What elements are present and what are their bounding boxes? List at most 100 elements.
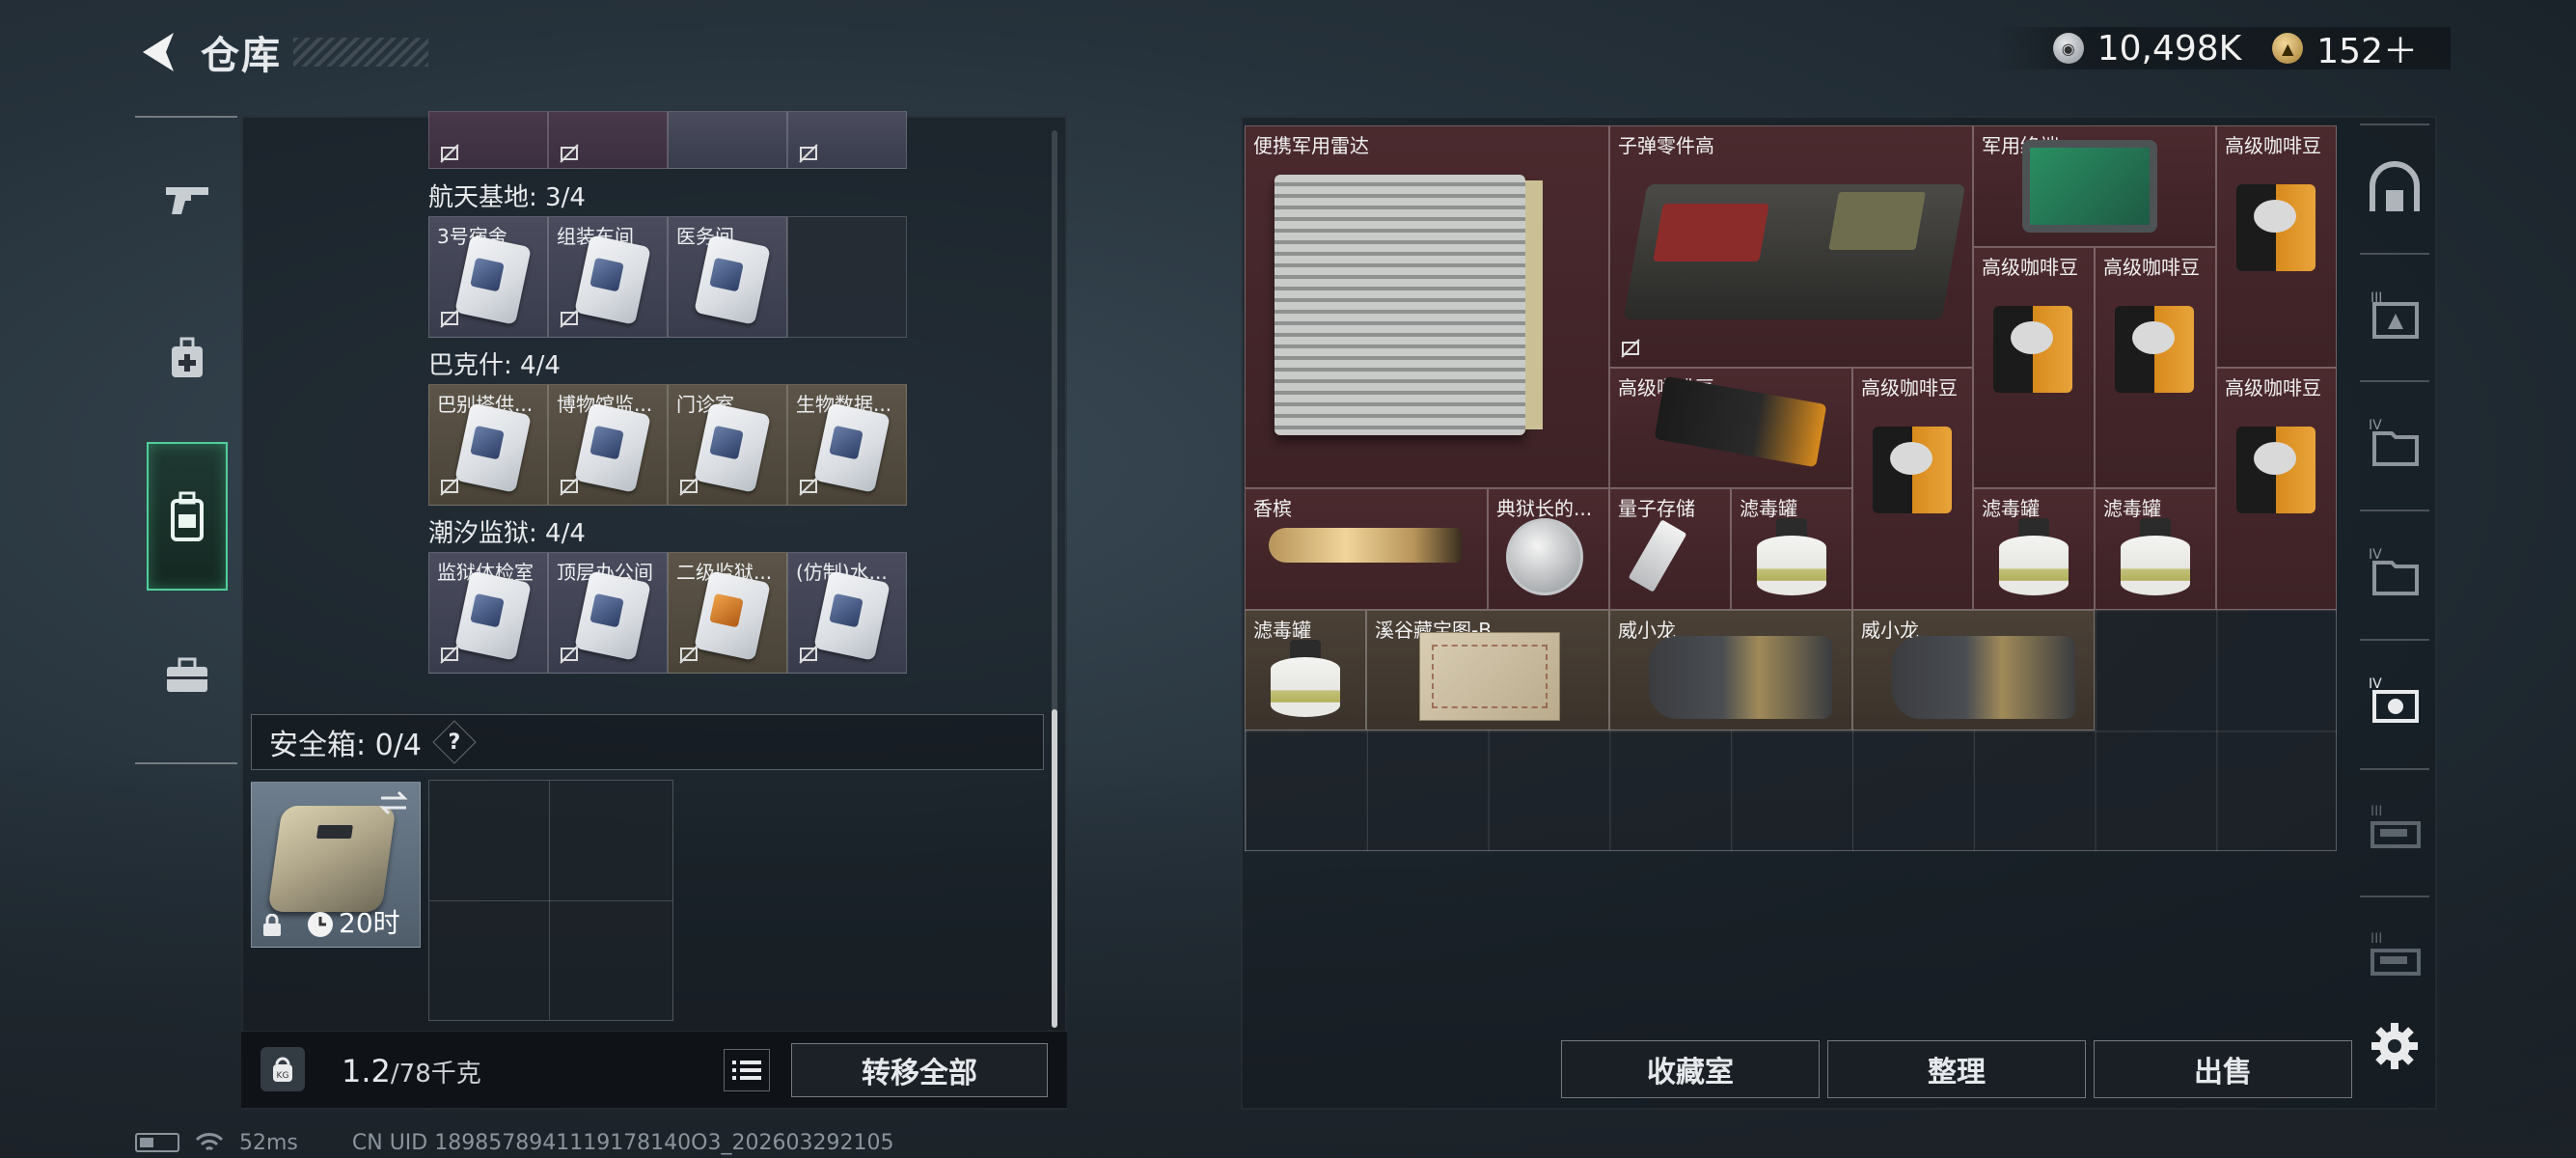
- safebox-case-slot[interactable]: 20时: [251, 782, 421, 948]
- key-slot[interactable]: 生物数据...: [787, 384, 907, 506]
- back-arrow-icon[interactable]: [135, 27, 181, 77]
- item-champagne[interactable]: 香槟: [1245, 488, 1488, 610]
- no-loss-icon: [799, 477, 818, 496]
- folder-box-icon: IV: [2369, 547, 2419, 595]
- item-warden-medal[interactable]: 典狱长的...: [1488, 488, 1609, 610]
- coffee-bag-image: [1993, 306, 2072, 393]
- item-filter-canister[interactable]: 滤毒罐: [2095, 488, 2216, 610]
- scrollbar-thumb[interactable]: [1052, 709, 1057, 1028]
- key-slot[interactable]: 巴别塔供...: [428, 384, 548, 506]
- no-loss-icon: [440, 477, 459, 496]
- item-quantum-storage[interactable]: 量子存储: [1609, 488, 1731, 610]
- settings-gear-icon[interactable]: [2370, 1021, 2420, 1071]
- item-treasure-map[interactable]: 溪谷藏宝图-B: [1366, 610, 1609, 731]
- sell-button[interactable]: 出售: [2094, 1040, 2352, 1098]
- item-coffee[interactable]: 高级咖啡豆: [1852, 368, 1973, 610]
- coffee-bag-image: [2115, 306, 2194, 393]
- tab-stash-box-4b[interactable]: IV: [2360, 537, 2429, 606]
- filter-canister-image: [1995, 518, 2072, 599]
- item-name: 高级咖啡豆: [1982, 256, 2078, 279]
- coffee-bag-image: [1654, 375, 1827, 468]
- coffee-bag-image: [1873, 427, 1952, 513]
- status-bar: 52ms CN UID 1898578941119178140O3_202603…: [135, 1129, 893, 1156]
- gun-case-icon: III: [2370, 931, 2421, 976]
- item-coffee-flat[interactable]: 高级咖啡豆: [1609, 368, 1852, 488]
- safebox-label: 安全箱: 0/4: [269, 729, 422, 762]
- safebox-empty-slots[interactable]: [428, 780, 673, 1021]
- divider: [2360, 124, 2429, 125]
- item-glove[interactable]: 威小龙: [1852, 610, 2095, 731]
- item-coffee[interactable]: 高级咖啡豆: [2216, 125, 2337, 368]
- divider: [2360, 896, 2429, 897]
- sort-button[interactable]: 整理: [1827, 1040, 2086, 1098]
- key-row-tidal-prison: 监狱体检室 顶层办公间 二级监狱... (仿制)水...: [428, 552, 907, 674]
- item-coffee[interactable]: 高级咖啡豆: [2216, 368, 2337, 610]
- no-loss-icon: [560, 645, 579, 664]
- item-name: 高级咖啡豆: [2103, 256, 2200, 279]
- item-military-terminal[interactable]: 军用终端: [1973, 125, 2216, 247]
- help-icon[interactable]: ?: [432, 720, 477, 764]
- item-filter-canister[interactable]: 滤毒罐: [1731, 488, 1852, 610]
- no-loss-icon: [440, 645, 459, 664]
- item-coffee[interactable]: 高级咖啡豆: [2095, 247, 2216, 488]
- item-filter-canister[interactable]: 滤毒罐: [1973, 488, 2095, 610]
- key-slot[interactable]: (仿制)水...: [787, 552, 907, 674]
- safebox-time-remaining: 20时: [339, 907, 400, 939]
- key-slot[interactable]: 二级监狱...: [668, 552, 787, 674]
- key-row-space-base: 3号宿舍 组装车间 医务间: [428, 216, 907, 338]
- tab-stash-box-3b[interactable]: III: [2360, 793, 2429, 863]
- key-slot[interactable]: 医务间: [668, 216, 787, 338]
- folder-box-icon: IV: [2369, 418, 2419, 466]
- no-loss-icon: [799, 144, 818, 163]
- tab-stash-box-3c[interactable]: III: [2360, 921, 2429, 990]
- key-slot[interactable]: 组装车间: [548, 216, 668, 338]
- key-slot[interactable]: 顶层办公间: [548, 552, 668, 674]
- key-slot[interactable]: [668, 111, 787, 169]
- divider: [2360, 768, 2429, 770]
- key-slot[interactable]: [787, 111, 907, 169]
- currency-bar: ◉ 10,498K ▲ 152＋: [1994, 27, 2451, 71]
- key-row-bakhsh: 巴别塔供... 博物馆监... 门诊室 生物数据...: [428, 384, 907, 506]
- key-slot-empty[interactable]: [787, 216, 907, 338]
- tab-stash-overview[interactable]: [2360, 154, 2429, 224]
- coffee-bag-image: [2236, 184, 2316, 271]
- key-slot[interactable]: 3号宿舍: [428, 216, 548, 338]
- key-slot[interactable]: [548, 111, 668, 169]
- carry-weight: 1.2/78千克: [342, 1053, 481, 1089]
- map-image: [1419, 632, 1560, 721]
- key-slot[interactable]: 门诊室: [668, 384, 787, 506]
- item-name: 量子存储: [1618, 497, 1695, 520]
- filter-canister-image: [1267, 640, 1344, 721]
- key-slot[interactable]: [428, 111, 548, 169]
- tab-stash-box-4c[interactable]: IV: [2360, 666, 2429, 735]
- svg-text:III: III: [2370, 804, 2382, 819]
- tab-medical[interactable]: [149, 320, 226, 398]
- gold-balance[interactable]: 152＋: [2316, 23, 2418, 73]
- medkit-icon: [172, 337, 203, 377]
- tab-weapons[interactable]: [149, 160, 226, 237]
- item-name: 滤毒罐: [1253, 619, 1311, 642]
- section-label-tidal-prison: 潮汐监狱: 4/4: [428, 519, 586, 548]
- item-coffee[interactable]: 高级咖啡豆: [1973, 247, 2095, 488]
- tab-stash-box-3a[interactable]: III: [2360, 280, 2429, 349]
- tab-toolbox[interactable]: [149, 637, 226, 714]
- vault-icon: [2370, 161, 2420, 211]
- item-name: 香槟: [1253, 497, 1292, 520]
- tab-backpack[interactable]: [147, 442, 228, 591]
- title-decoration: [293, 38, 428, 67]
- transfer-all-button[interactable]: 转移全部: [791, 1043, 1048, 1097]
- item-ammo-parts[interactable]: 子弹零件高: [1609, 125, 1973, 368]
- key-slot[interactable]: 监狱体检室: [428, 552, 548, 674]
- item-filter-canister[interactable]: 滤毒罐: [1245, 610, 1366, 731]
- collection-room-button[interactable]: 收藏室: [1561, 1040, 1820, 1098]
- safebox-header: 安全箱: 0/4 ?: [251, 714, 1044, 770]
- item-name: 高级咖啡豆: [2225, 376, 2321, 400]
- tab-stash-box-4a[interactable]: IV: [2360, 407, 2429, 477]
- swap-icon[interactable]: [377, 788, 410, 817]
- item-glove[interactable]: 威小龙: [1609, 610, 1852, 731]
- no-loss-icon: [679, 477, 699, 496]
- item-portable-radar[interactable]: 便携军用雷达: [1245, 125, 1609, 488]
- list-view-button[interactable]: [724, 1049, 770, 1091]
- glove-image: [1892, 636, 2075, 719]
- key-slot[interactable]: 博物馆监...: [548, 384, 668, 506]
